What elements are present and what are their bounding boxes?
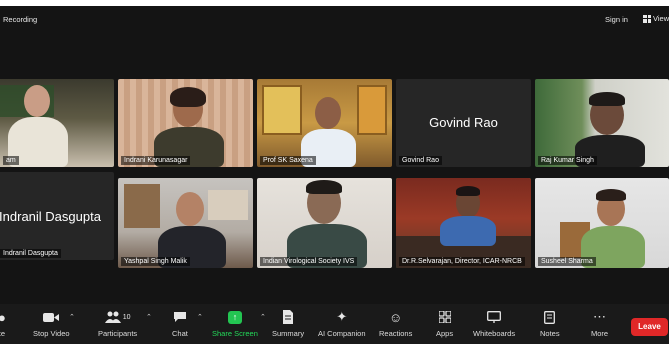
participant-tile[interactable]: Govind Rao Govind Rao [396, 79, 531, 167]
participant-name: Dr.R.Selvarajan, Director, ICAR-NRCB [399, 257, 525, 266]
summary-button[interactable]: Summary [272, 308, 304, 338]
microphone-icon: ● [0, 309, 6, 325]
ai-companion-button[interactable]: ✦ AI Companion [318, 308, 366, 338]
view-label: View [653, 14, 669, 23]
participants-options-caret-icon[interactable]: ⌃ [146, 313, 152, 321]
participant-tile-active[interactable]: Dr.R.Selvarajan, Director, ICAR-NRCB [396, 178, 531, 268]
participant-tile[interactable]: Indranil Dasgupta Indranil Dasgupta [0, 172, 114, 260]
more-button[interactable]: ⋯ More [591, 308, 608, 338]
whiteboard-icon [487, 308, 501, 326]
participant-avatar-name: Indranil Dasgupta [0, 209, 101, 224]
participants-count: 10 [122, 313, 131, 321]
mute-button[interactable]: ● te [0, 308, 6, 339]
participant-name: Govind Rao [399, 156, 442, 165]
participant-name: Indian Virological Society IVS [260, 257, 358, 266]
summary-document-icon [282, 308, 294, 326]
share-options-caret-icon[interactable]: ⌃ [260, 313, 266, 321]
participant-name: Prof SK Saxena [260, 156, 316, 165]
participant-name: Yashpal Singh Malik [121, 257, 190, 266]
video-options-caret-icon[interactable]: ⌃ [69, 313, 75, 321]
notes-button[interactable]: Notes [540, 308, 560, 338]
apps-icon [438, 308, 451, 326]
grid-view-icon [643, 14, 651, 23]
leave-button[interactable]: Leave [631, 318, 668, 336]
whiteboards-button[interactable]: Whiteboards [473, 308, 515, 338]
participant-name: Susheel Sharma [538, 257, 596, 266]
notes-icon [544, 308, 556, 326]
participant-name: Indrani Karunasagar [121, 156, 191, 165]
smiley-icon: ☺ [389, 309, 403, 325]
sparkle-icon: ✦ [336, 309, 348, 324]
chat-options-caret-icon[interactable]: ⌃ [197, 313, 203, 321]
participants-icon: 10 [104, 308, 131, 326]
participant-tile[interactable]: Susheel Sharma [535, 178, 669, 268]
stop-video-button[interactable]: Stop Video [33, 308, 70, 338]
participant-name: am [3, 156, 19, 165]
video-camera-icon [43, 308, 60, 326]
reactions-button[interactable]: ☺ Reactions [379, 308, 412, 339]
chat-bubble-icon [173, 308, 187, 326]
signin-link[interactable]: Sign in [605, 15, 628, 24]
apps-button[interactable]: Apps [436, 308, 453, 338]
participant-tile[interactable]: Prof SK Saxena [257, 79, 392, 167]
top-bar: Recording Sign in View [0, 6, 669, 32]
recording-indicator: Recording [3, 15, 38, 24]
meeting-window: Recording Sign in View am Indrani Karuna… [0, 6, 669, 344]
participant-tile[interactable]: Indian Virological Society IVS [257, 178, 392, 268]
participant-tile[interactable]: Indrani Karunasagar [118, 79, 253, 167]
participant-tile[interactable]: am [0, 79, 114, 167]
participant-name: Raj Kumar Singh [538, 156, 597, 165]
share-screen-button[interactable]: ↑ Share Screen [212, 308, 258, 338]
participants-button[interactable]: 10 Participants [98, 308, 137, 338]
view-button[interactable]: View [643, 14, 669, 23]
meeting-toolbar: ● te Stop Video ⌃ 10 Participants ⌃ Chat… [0, 304, 669, 344]
participant-avatar-name: Govind Rao [429, 115, 498, 130]
chat-button[interactable]: Chat [172, 308, 188, 338]
participant-name: Indranil Dasgupta [0, 249, 61, 258]
share-screen-icon: ↑ [227, 308, 242, 326]
more-dots-icon: ⋯ [593, 309, 607, 324]
participant-tile[interactable]: Yashpal Singh Malik [118, 178, 253, 268]
participant-tile[interactable]: Raj Kumar Singh [535, 79, 669, 167]
